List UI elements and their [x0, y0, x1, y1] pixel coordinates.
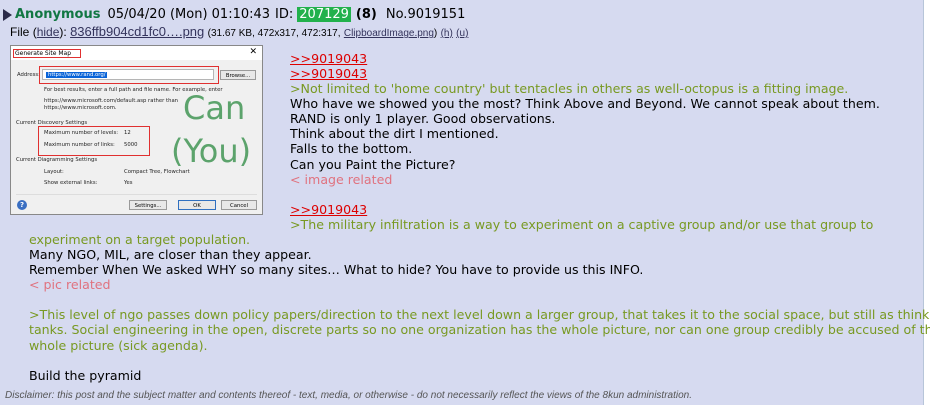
reply-count: (8): [355, 7, 377, 22]
file-meta: (31.67 KB, 472x317, 472:317,: [207, 28, 341, 39]
address-label: Address:: [17, 72, 40, 78]
file-u-link[interactable]: (u): [456, 28, 468, 39]
poster-id[interactable]: 207129: [297, 7, 351, 22]
post-datetime: 05/04/20 (Mon) 01:10:43: [107, 7, 271, 22]
related-text: < image related: [290, 172, 393, 187]
file-info: File (hide): 836ffb904cd1fc0….png (31.67…: [10, 24, 468, 39]
post-text-line: Remember When We asked WHY so many sites…: [29, 262, 644, 277]
file-label: File: [10, 25, 30, 39]
post-text-line: Think about the dirt I mentioned.: [290, 126, 499, 141]
settings-button: Settings...: [129, 200, 167, 210]
post-text-line: RAND is only 1 player. Good observations…: [290, 111, 556, 126]
quote-link[interactable]: >>9019043: [290, 51, 367, 66]
max-links-value: 5000: [124, 142, 138, 148]
hide-file-link[interactable]: hide: [37, 25, 60, 39]
greentext-line: experiment on a target population.: [29, 232, 251, 247]
help-icon: ?: [17, 200, 27, 210]
original-filename-link[interactable]: ClipboardImage.png: [344, 28, 434, 39]
cancel-button: Cancel: [221, 200, 257, 210]
post-image-thumbnail[interactable]: Generate Site Map ✕ Address: https://www…: [10, 45, 263, 215]
disclaimer: Disclaimer: this post and the subject ma…: [5, 390, 692, 401]
address-highlight-box: [39, 66, 219, 84]
greentext-line: >This level of ngo passes down policy pa…: [29, 307, 930, 322]
greentext-line: >The military infiltration is a way to e…: [290, 217, 874, 232]
example-text-1: https://www.microsoft.com/default.asp ra…: [44, 98, 179, 104]
max-levels-label: Maximum number of levels:: [44, 130, 119, 136]
post-header: Anonymous 05/04/20 (Mon) 01:10:43 ID: 20…: [3, 7, 465, 22]
dialog-divider: [16, 194, 257, 195]
post-text-line: Who have we showed you the most? Think A…: [290, 96, 880, 111]
greentext-line: tanks. Social engineering in the open, d…: [29, 322, 930, 337]
file-paren-close: ):: [59, 25, 67, 39]
post-text-line: Falls to the bottom.: [290, 141, 413, 156]
post-container: Anonymous 05/04/20 (Mon) 01:10:43 ID: 20…: [0, 0, 930, 405]
layout-label: Layout:: [44, 169, 64, 175]
poster-name: Anonymous: [15, 7, 101, 22]
diagramming-heading: Current Diagramming Settings: [16, 157, 98, 163]
id-label: ID:: [275, 7, 294, 22]
max-levels-value: 12: [124, 130, 131, 136]
post-text-line: Can you Paint the Picture?: [290, 157, 456, 172]
max-links-label: Maximum number of links:: [44, 142, 115, 148]
example-text-2: https://www.microsoft.com.: [44, 105, 117, 111]
close-icon: ✕: [249, 47, 257, 57]
greentext-line: >Not limited to 'home country' but tenta…: [290, 81, 849, 96]
overlay-text-you: (You): [171, 132, 252, 170]
post-text-line: Many NGO, MIL, are closer than they appe…: [29, 247, 312, 262]
file-h-link[interactable]: (h): [441, 28, 453, 39]
dialog-titlebar: Generate Site Map ✕: [11, 46, 262, 60]
show-external-value: Yes: [124, 180, 133, 186]
quote-link[interactable]: >>9019043: [290, 202, 367, 217]
post-number[interactable]: No.9019151: [386, 7, 465, 22]
file-meta-close: ): [433, 28, 438, 39]
collapse-triangle-icon[interactable]: [3, 8, 12, 21]
file-name-link[interactable]: 836ffb904cd1fc0….png: [70, 24, 204, 39]
browse-button: Browse...: [220, 70, 256, 80]
post-text-line: Build the pyramid: [29, 368, 142, 383]
overlay-text-can: Can: [183, 89, 246, 127]
show-external-label: Show external links:: [44, 180, 98, 186]
greentext-line: whole picture (sick agenda).: [29, 338, 208, 353]
dialog-title: Generate Site Map: [13, 49, 82, 58]
quote-link[interactable]: >>9019043: [290, 66, 367, 81]
ok-button: OK: [178, 200, 216, 210]
related-text: < pic related: [29, 277, 111, 292]
